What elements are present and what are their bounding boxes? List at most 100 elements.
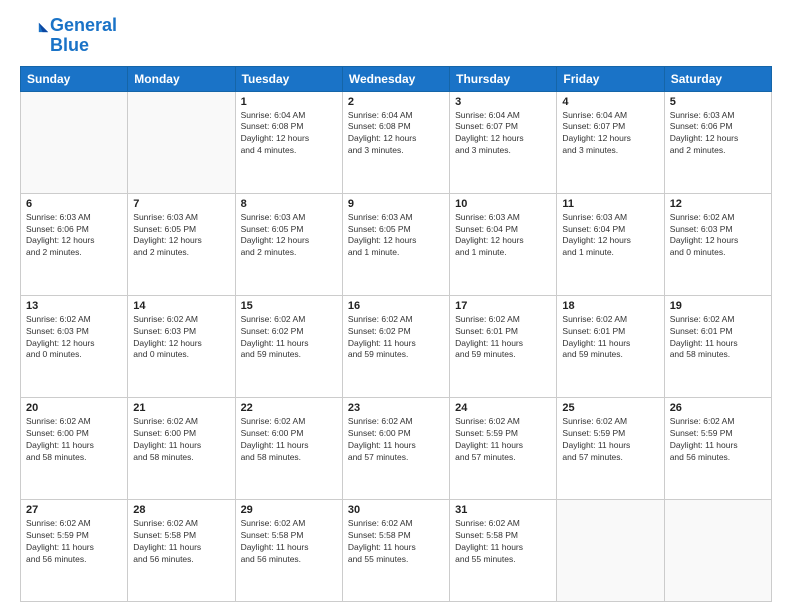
week-row-5: 27Sunrise: 6:02 AM Sunset: 5:59 PM Dayli… (21, 499, 772, 601)
day-number: 20 (26, 402, 122, 414)
day-info: Sunrise: 6:02 AM Sunset: 6:03 PM Dayligh… (26, 314, 122, 362)
weekday-header-row: SundayMondayTuesdayWednesdayThursdayFrid… (21, 66, 772, 91)
logo-icon (22, 19, 50, 47)
day-info: Sunrise: 6:03 AM Sunset: 6:05 PM Dayligh… (133, 212, 229, 260)
day-number: 7 (133, 198, 229, 210)
day-number: 12 (670, 198, 766, 210)
weekday-header-wednesday: Wednesday (342, 66, 449, 91)
day-info: Sunrise: 6:02 AM Sunset: 6:03 PM Dayligh… (670, 212, 766, 260)
day-info: Sunrise: 6:04 AM Sunset: 6:08 PM Dayligh… (348, 110, 444, 158)
day-cell: 28 Sunrise: 6:02 AM Sunset: 5:58 PM Dayli… (128, 499, 235, 601)
day-info: Sunrise: 6:03 AM Sunset: 6:06 PM Dayligh… (670, 110, 766, 158)
day-info: Sunrise: 6:02 AM Sunset: 6:00 PM Dayligh… (241, 416, 337, 464)
day-cell (21, 91, 128, 193)
day-cell: 1Sunrise: 6:04 AM Sunset: 6:08 PM Daylig… (235, 91, 342, 193)
weekday-header-saturday: Saturday (664, 66, 771, 91)
day-info: Sunrise: 6:02 AM Sunset: 5:59 PM Dayligh… (26, 518, 122, 566)
day-cell: 31Sunrise: 6:02 AM Sunset: 5:58 PM Dayli… (450, 499, 557, 601)
day-cell: 3 Sunrise: 6:04 AM Sunset: 6:07 PM Daylig… (450, 91, 557, 193)
day-number: 21 (133, 402, 229, 414)
day-cell: 13 Sunrise: 6:02 AM Sunset: 6:03 PM Dayli… (21, 295, 128, 397)
day-cell: 4 Sunrise: 6:04 AM Sunset: 6:07 PM Daylig… (557, 91, 664, 193)
day-number: 6 (26, 198, 122, 210)
day-cell: 15Sunrise: 6:02 AM Sunset: 6:02 PM Dayli… (235, 295, 342, 397)
day-number: 16 (348, 300, 444, 312)
day-number: 13 (26, 300, 122, 312)
day-number: 25 (562, 402, 658, 414)
day-info: Sunrise: 6:02 AM Sunset: 6:03 PM Dayligh… (133, 314, 229, 362)
day-cell: 14Sunrise: 6:02 AM Sunset: 6:03 PM Dayli… (128, 295, 235, 397)
day-cell: 26Sunrise: 6:02 AM Sunset: 5:59 PM Dayli… (664, 397, 771, 499)
weekday-header-tuesday: Tuesday (235, 66, 342, 91)
day-cell: 20 Sunrise: 6:02 AM Sunset: 6:00 PM Dayli… (21, 397, 128, 499)
day-cell: 17 Sunrise: 6:02 AM Sunset: 6:01 PM Dayli… (450, 295, 557, 397)
week-row-3: 13 Sunrise: 6:02 AM Sunset: 6:03 PM Dayli… (21, 295, 772, 397)
day-info: Sunrise: 6:03 AM Sunset: 6:05 PM Dayligh… (348, 212, 444, 260)
day-number: 31 (455, 504, 551, 516)
day-cell: 2 Sunrise: 6:04 AM Sunset: 6:08 PM Daylig… (342, 91, 449, 193)
day-cell: 24 Sunrise: 6:02 AM Sunset: 5:59 PM Dayli… (450, 397, 557, 499)
day-info: Sunrise: 6:02 AM Sunset: 6:02 PM Dayligh… (348, 314, 444, 362)
day-cell (664, 499, 771, 601)
day-info: Sunrise: 6:02 AM Sunset: 6:01 PM Dayligh… (455, 314, 551, 362)
day-number: 9 (348, 198, 444, 210)
day-number: 3 (455, 96, 551, 108)
day-info: Sunrise: 6:02 AM Sunset: 5:59 PM Dayligh… (670, 416, 766, 464)
day-number: 5 (670, 96, 766, 108)
day-number: 28 (133, 504, 229, 516)
day-cell: 8 Sunrise: 6:03 AM Sunset: 6:05 PM Daylig… (235, 193, 342, 295)
day-number: 11 (562, 198, 658, 210)
day-info: Sunrise: 6:04 AM Sunset: 6:07 PM Dayligh… (455, 110, 551, 158)
day-cell: 30Sunrise: 6:02 AM Sunset: 5:58 PM Dayli… (342, 499, 449, 601)
day-info: Sunrise: 6:02 AM Sunset: 5:58 PM Dayligh… (241, 518, 337, 566)
day-number: 17 (455, 300, 551, 312)
day-number: 29 (241, 504, 337, 516)
day-cell: 25 Sunrise: 6:02 AM Sunset: 5:59 PM Dayli… (557, 397, 664, 499)
day-info: Sunrise: 6:02 AM Sunset: 6:00 PM Dayligh… (348, 416, 444, 464)
day-cell (128, 91, 235, 193)
day-info: Sunrise: 6:02 AM Sunset: 6:00 PM Dayligh… (26, 416, 122, 464)
day-number: 15 (241, 300, 337, 312)
day-number: 19 (670, 300, 766, 312)
day-number: 2 (348, 96, 444, 108)
weekday-header-friday: Friday (557, 66, 664, 91)
day-info: Sunrise: 6:02 AM Sunset: 5:59 PM Dayligh… (455, 416, 551, 464)
day-info: Sunrise: 6:02 AM Sunset: 5:58 PM Dayligh… (133, 518, 229, 566)
logo: GeneralBlue (20, 16, 117, 56)
day-number: 4 (562, 96, 658, 108)
week-row-2: 6Sunrise: 6:03 AM Sunset: 6:06 PM Daylig… (21, 193, 772, 295)
day-number: 18 (562, 300, 658, 312)
day-info: Sunrise: 6:02 AM Sunset: 6:00 PM Dayligh… (133, 416, 229, 464)
day-cell: 29 Sunrise: 6:02 AM Sunset: 5:58 PM Dayli… (235, 499, 342, 601)
day-info: Sunrise: 6:02 AM Sunset: 5:59 PM Dayligh… (562, 416, 658, 464)
day-cell: 19 Sunrise: 6:02 AM Sunset: 6:01 PM Dayli… (664, 295, 771, 397)
page: GeneralBlue SundayMondayTuesdayWednesday… (0, 0, 792, 612)
calendar-table: SundayMondayTuesdayWednesdayThursdayFrid… (20, 66, 772, 602)
day-info: Sunrise: 6:02 AM Sunset: 6:01 PM Dayligh… (562, 314, 658, 362)
day-info: Sunrise: 6:04 AM Sunset: 6:07 PM Dayligh… (562, 110, 658, 158)
day-cell: 12 Sunrise: 6:02 AM Sunset: 6:03 PM Dayli… (664, 193, 771, 295)
day-cell: 6Sunrise: 6:03 AM Sunset: 6:06 PM Daylig… (21, 193, 128, 295)
day-info: Sunrise: 6:02 AM Sunset: 6:01 PM Dayligh… (670, 314, 766, 362)
weekday-header-thursday: Thursday (450, 66, 557, 91)
day-number: 10 (455, 198, 551, 210)
day-cell: 27Sunrise: 6:02 AM Sunset: 5:59 PM Dayli… (21, 499, 128, 601)
day-info: Sunrise: 6:03 AM Sunset: 6:05 PM Dayligh… (241, 212, 337, 260)
weekday-header-monday: Monday (128, 66, 235, 91)
day-cell: 18 Sunrise: 6:02 AM Sunset: 6:01 PM Dayli… (557, 295, 664, 397)
day-cell (557, 499, 664, 601)
day-cell: 16 Sunrise: 6:02 AM Sunset: 6:02 PM Dayli… (342, 295, 449, 397)
day-number: 8 (241, 198, 337, 210)
day-cell: 21 Sunrise: 6:02 AM Sunset: 6:00 PM Dayli… (128, 397, 235, 499)
day-cell: 23 Sunrise: 6:02 AM Sunset: 6:00 PM Dayli… (342, 397, 449, 499)
day-info: Sunrise: 6:03 AM Sunset: 6:04 PM Dayligh… (455, 212, 551, 260)
weekday-header-sunday: Sunday (21, 66, 128, 91)
day-number: 22 (241, 402, 337, 414)
logo-text: GeneralBlue (50, 16, 117, 56)
day-number: 24 (455, 402, 551, 414)
day-cell: 7 Sunrise: 6:03 AM Sunset: 6:05 PM Daylig… (128, 193, 235, 295)
header: GeneralBlue (20, 16, 772, 56)
day-number: 1 (241, 96, 337, 108)
day-cell: 10 Sunrise: 6:03 AM Sunset: 6:04 PM Dayli… (450, 193, 557, 295)
day-number: 23 (348, 402, 444, 414)
